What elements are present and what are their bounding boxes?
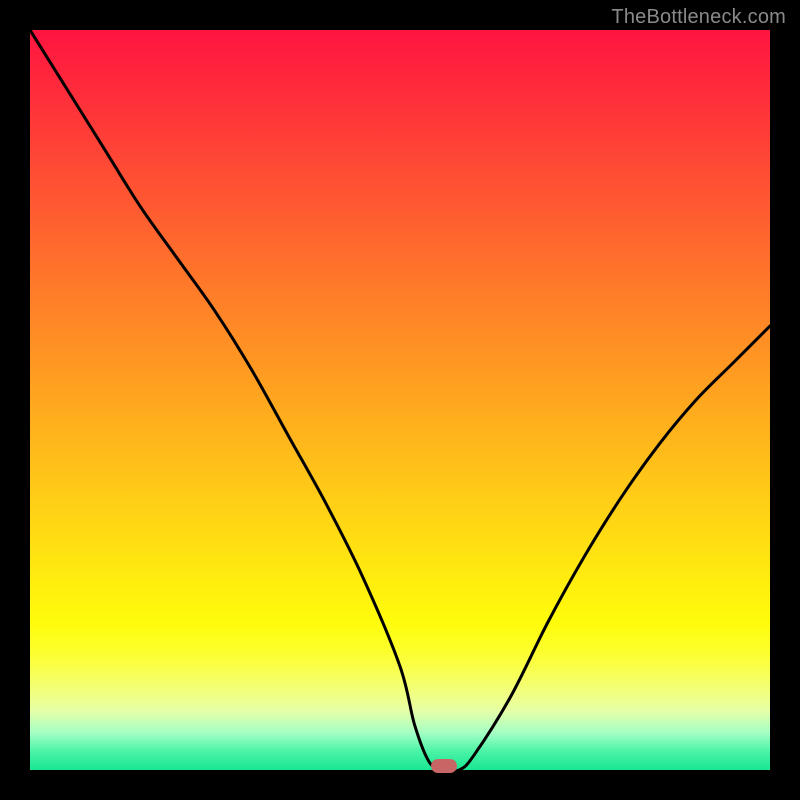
optimum-marker (431, 759, 457, 773)
bottleneck-curve (30, 30, 770, 770)
chart-frame: TheBottleneck.com (0, 0, 800, 800)
curve-path (30, 30, 770, 770)
watermark-text: TheBottleneck.com (611, 6, 786, 29)
plot-area (30, 30, 770, 770)
